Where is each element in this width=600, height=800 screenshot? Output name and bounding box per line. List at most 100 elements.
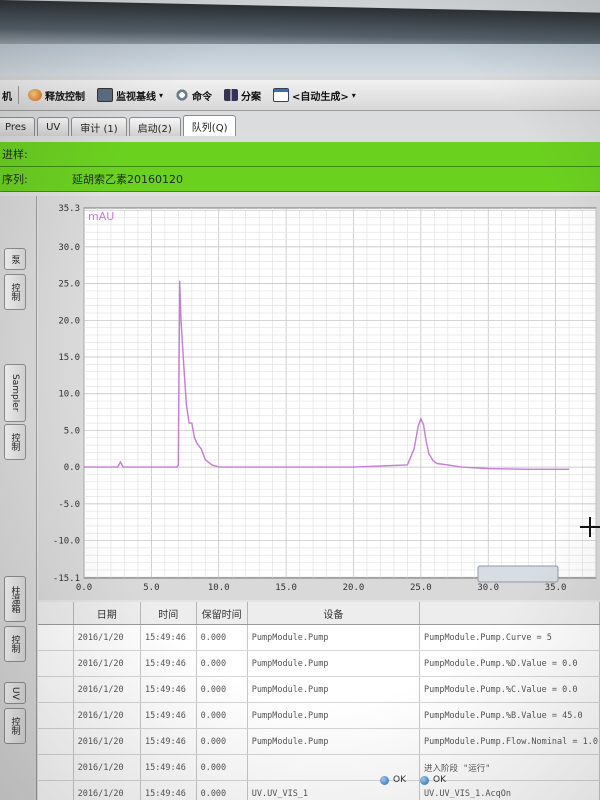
data-point	[177, 464, 179, 466]
auto-generate-dropdown[interactable]: <自动生成> ▾	[270, 86, 359, 105]
data-point	[193, 437, 196, 439]
data-point	[119, 461, 121, 463]
window-titlebar	[0, 44, 600, 76]
status-item-right: OK	[420, 775, 446, 785]
cell-device: PumpModule.Pump	[247, 728, 420, 755]
cell-retention: 0.000	[196, 624, 248, 651]
status-ok-icon	[380, 775, 389, 785]
column-header-time[interactable]: 时间	[140, 602, 197, 625]
chromatogram-chart[interactable]: 35.330.025.020.015.010.05.00.0-5.0-10.0-…	[38, 196, 600, 600]
data-point	[200, 448, 202, 450]
data-point	[180, 319, 182, 321]
x-tick-label: 0.0	[76, 583, 92, 593]
tab-queue[interactable]: 队列(Q)	[182, 115, 237, 136]
panel-tabs: Pres UV 审计 (1) 启动(2) 队列(Q)	[0, 114, 600, 136]
x-tick-label: 5.0	[143, 583, 159, 593]
cell-time: 15:49:46	[140, 728, 197, 755]
cell-device: PumpModule.Pump	[247, 650, 420, 677]
table-row[interactable]: 2016/1/20 15:49:46 0.000 PumpModule.Pump Pum…	[38, 728, 600, 755]
y-tick-label: 30.0	[58, 243, 80, 253]
data-point	[122, 466, 124, 468]
side-tab-pump-control[interactable]: 控制	[4, 274, 26, 310]
cell-time: 15:49:46	[140, 676, 197, 703]
side-tab-sampler[interactable]: Sampler	[4, 364, 26, 422]
cell-device: PumpModule.Pump	[247, 624, 420, 651]
data-point	[285, 466, 287, 468]
sequence-label: 序列:	[2, 173, 28, 186]
command-label: 命令	[192, 91, 213, 103]
status-bar: OK OK	[380, 768, 600, 792]
column-header-device[interactable]: 设备	[247, 602, 420, 625]
row-header-cell[interactable]	[38, 650, 74, 677]
data-point	[406, 464, 408, 466]
column-header-retention[interactable]: 保留时间	[196, 602, 248, 625]
data-point	[417, 426, 419, 428]
y-tick-label: -10.0	[53, 537, 80, 547]
zoom-control[interactable]	[477, 565, 559, 583]
table-row[interactable]: 2016/1/20 15:49:46 0.000 PumpModule.Pump Pum…	[38, 676, 600, 703]
cell-retention: 0.000	[196, 780, 248, 800]
injection-label: 进样:	[2, 148, 28, 161]
row-header-cell[interactable]	[38, 754, 74, 781]
monitor-screen: 机 释放控制 监视基线 ▾ 命令 分案 <自动生成> ▾ Pres UV 审计 …	[0, 0, 600, 800]
tab-audit[interactable]: 审计 (1)	[71, 117, 127, 136]
data-point	[218, 466, 220, 468]
command-button[interactable]: 命令	[172, 86, 215, 105]
monitor-baseline-button[interactable]: 监视基线 ▾	[94, 86, 166, 105]
data-point	[211, 464, 213, 466]
data-point	[185, 404, 187, 406]
side-tab-column-oven[interactable]: 柱温箱	[4, 576, 26, 622]
side-tab-pump[interactable]: 泵	[4, 248, 26, 270]
tab-startup[interactable]: 启动(2)	[128, 117, 181, 136]
data-point	[460, 466, 462, 468]
column-header-event[interactable]	[419, 602, 600, 625]
cell-event: PumpModule.Pump.%C.Value = 0.0	[419, 676, 600, 703]
data-point	[204, 459, 206, 461]
data-point	[176, 466, 178, 468]
x-tick-label: 35.0	[545, 583, 567, 593]
cell-device: PumpModule.Pump	[247, 676, 420, 703]
toolbar-partial-label[interactable]: 机	[2, 88, 12, 103]
cell-date: 2016/1/20	[73, 702, 141, 729]
y-tick-label: 5.0	[64, 426, 80, 436]
table-row[interactable]: 2016/1/20 15:49:46 0.000 PumpModule.Pump Pum…	[38, 624, 600, 651]
x-tick-label: 10.0	[208, 583, 230, 593]
tab-pres[interactable]: Pres	[0, 117, 36, 136]
row-header-cell[interactable]	[38, 624, 74, 651]
row-header-cell[interactable]	[38, 676, 74, 703]
tab-uv[interactable]: UV	[37, 117, 70, 136]
table-row[interactable]: 2016/1/20 15:49:46 0.000 PumpModule.Pump Pum…	[38, 650, 600, 677]
data-point	[447, 464, 449, 466]
x-tick-label: 20.0	[343, 583, 365, 593]
release-control-button[interactable]: 释放控制	[25, 86, 88, 105]
table-row[interactable]: 2016/1/20 15:49:46 0.000 PumpModule.Pump Pum…	[38, 702, 600, 729]
row-header-cell[interactable]	[38, 728, 74, 755]
cell-date: 2016/1/20	[73, 676, 141, 703]
split-button[interactable]: 分案	[221, 86, 264, 105]
side-tab-uv-control[interactable]: 控制	[4, 708, 26, 744]
row-header-cell[interactable]	[38, 702, 74, 729]
release-control-icon	[28, 89, 42, 101]
y-tick-label: 25.0	[58, 280, 80, 290]
data-point	[487, 468, 489, 470]
data-point	[352, 466, 355, 468]
data-point	[436, 462, 438, 465]
command-gear-icon	[175, 89, 190, 101]
data-point	[117, 466, 119, 468]
cell-date: 2016/1/20	[73, 728, 141, 755]
cell-date: 2016/1/20	[73, 650, 141, 677]
side-tab-column-oven-control[interactable]: 控制	[4, 626, 26, 662]
cell-retention: 0.000	[196, 728, 248, 755]
cell-event: PumpModule.Pump.Curve = 5	[419, 624, 600, 651]
auto-generate-label: <自动生成>	[292, 91, 349, 103]
row-header-cell[interactable]	[38, 780, 74, 800]
cell-time: 15:49:46	[140, 780, 197, 800]
side-tab-uv[interactable]: UV	[4, 682, 26, 704]
side-tab-sampler-control[interactable]: 控制	[4, 424, 26, 460]
data-point	[425, 440, 427, 443]
status-right-text: OK	[433, 775, 446, 785]
column-header-date[interactable]: 日期	[73, 602, 141, 625]
x-tick-label: 25.0	[410, 583, 432, 593]
cell-time: 15:49:46	[140, 650, 197, 677]
cell-retention: 0.000	[196, 676, 248, 703]
